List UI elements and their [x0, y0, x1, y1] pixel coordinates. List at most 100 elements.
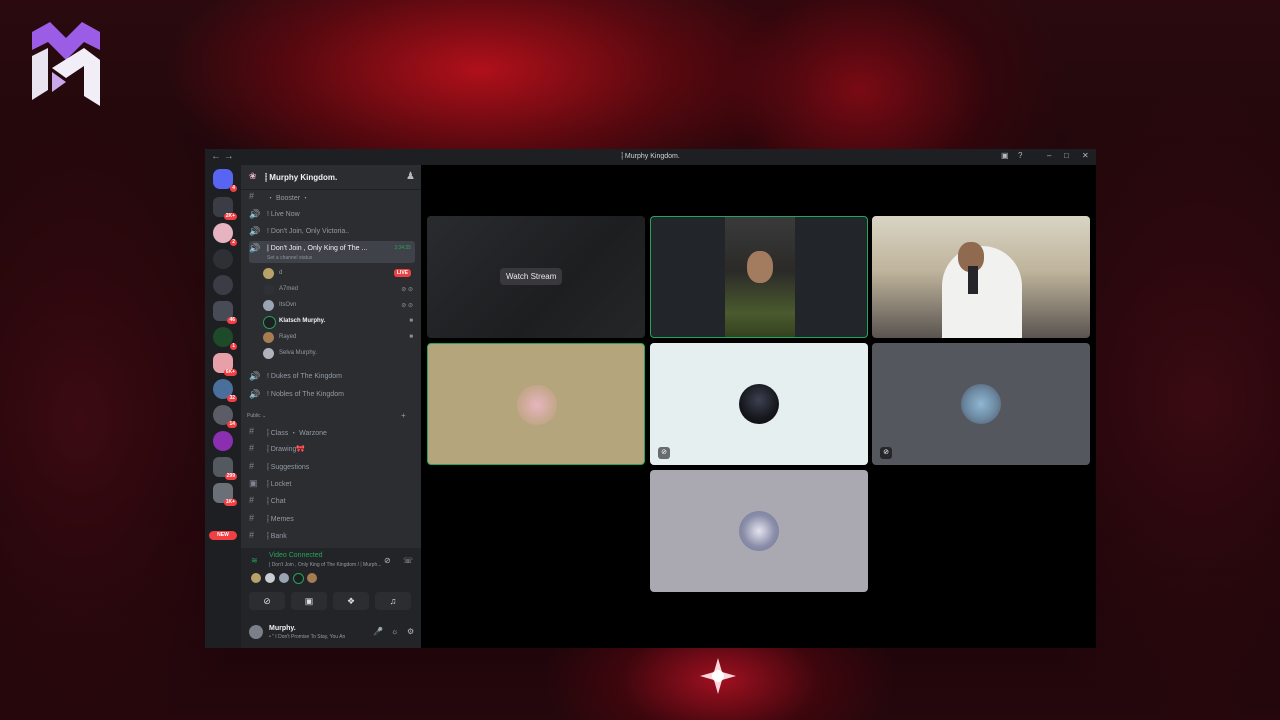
server-icon[interactable] — [213, 275, 233, 295]
badge: 46 — [227, 317, 237, 324]
channel-locket[interactable]: ▣ ⸽ Locket — [249, 476, 415, 491]
soundboard-button[interactable]: ♫ — [375, 592, 411, 610]
channel-nobles[interactable]: 🔊! Nobles of The Kingdom — [249, 387, 415, 402]
badge: 32 — [227, 395, 237, 402]
audio-tile[interactable]: ⊘ — [650, 343, 868, 465]
voice-location[interactable]: | Don't Join , Only King of The Kingdom … — [269, 562, 381, 568]
video-icon: ■ — [409, 318, 413, 324]
voice-connection-panel: ≋ Video Connected | Don't Join , Only Ki… — [241, 548, 421, 617]
channel-drawing[interactable]: # ⸽ Drawing🎀 — [249, 441, 415, 456]
hash-icon: # — [249, 461, 255, 471]
avatar — [263, 348, 274, 359]
avatar — [265, 573, 275, 583]
muted-deafened-icon: ⊘ ⊘ — [401, 303, 413, 309]
server-header[interactable]: ❀ ⸽ Murphy Kingdom. ♟ — [241, 165, 421, 190]
audio-tile[interactable]: ⊘ — [872, 343, 1090, 465]
voice-user[interactable]: Klatsch Murphy. ■ — [263, 315, 415, 329]
server-icon[interactable]: 2 — [213, 223, 237, 246]
home-discord-icon[interactable]: 4 — [213, 169, 237, 192]
noise-suppression-icon[interactable]: ⊘ — [384, 556, 391, 565]
channel-booster[interactable]: # ・ Booster ・ — [249, 189, 415, 204]
avatar — [251, 573, 261, 583]
camera-off-button[interactable]: ⊘ — [249, 592, 285, 610]
server-icon[interactable]: 14 — [213, 405, 237, 428]
channel-chat[interactable]: # ⸽ Chat — [249, 493, 415, 508]
video-tile[interactable] — [650, 216, 868, 338]
channel-bank[interactable]: # ⸽ Bank — [249, 528, 415, 543]
stream-tile[interactable]: Watch Stream — [427, 216, 645, 338]
activities-button[interactable]: ❖ — [333, 592, 369, 610]
inbox-icon[interactable]: ▣ — [1001, 151, 1009, 160]
channel-suggestions[interactable]: # ⸽ Suggestions — [249, 459, 415, 474]
microphone-stand — [968, 266, 978, 294]
avatar — [263, 284, 274, 295]
video-icon: ■ — [409, 334, 413, 340]
light-flare — [700, 658, 736, 694]
avatar — [263, 268, 274, 279]
channel-active-voice[interactable]: 🔊 | Don't Join , Only King of The ... 3:… — [249, 241, 415, 263]
speaker-icon: 🔊 — [249, 226, 261, 236]
voice-user[interactable]: A7med ⊘ ⊘ — [263, 283, 415, 297]
headphones-icon[interactable]: ☼ — [391, 627, 398, 636]
badge: 14 — [227, 421, 237, 428]
screen-share-button[interactable]: ▣ — [291, 592, 327, 610]
server-folder-icon[interactable]: 299 — [213, 457, 237, 480]
participant-avatar — [961, 384, 1001, 424]
server-icon[interactable]: 1 — [213, 327, 237, 350]
username[interactable]: Murphy. — [269, 625, 296, 632]
video-tile[interactable] — [872, 216, 1090, 338]
server-folder-icon[interactable]: 46 — [213, 301, 237, 324]
settings-gear-icon[interactable]: ⚙ — [407, 627, 414, 636]
channel-status[interactable]: Set a channel status — [267, 255, 312, 261]
disconnect-icon[interactable]: ☏ — [403, 556, 413, 565]
server-icon[interactable] — [213, 431, 233, 451]
server-icon[interactable]: 32 — [213, 379, 237, 402]
audio-tile[interactable] — [427, 343, 645, 465]
channel-memes[interactable]: # ⸽ Memes — [249, 511, 415, 526]
channel-warzone[interactable]: # ⸽ Class ・ Warzone — [249, 424, 415, 439]
server-folder-icon[interactable]: 1K+ — [213, 483, 237, 506]
voice-status[interactable]: Video Connected — [269, 552, 323, 559]
category-public[interactable]: Public ⌄ + — [247, 411, 415, 420]
server-name: ⸽ Murphy Kingdom. — [265, 173, 338, 182]
participant-avatar — [739, 511, 779, 551]
voice-user[interactable]: Selva Murphy. — [263, 347, 415, 361]
lock-icon: ▣ — [249, 478, 258, 488]
close-icon[interactable]: ✕ — [1082, 151, 1089, 160]
watch-stream-button[interactable]: Watch Stream — [500, 268, 563, 285]
add-member-icon[interactable]: ♟ — [406, 171, 415, 182]
badge: 6K+ — [223, 369, 237, 376]
microphone-icon[interactable]: 🎤 — [373, 627, 383, 636]
voice-user[interactable]: ItsOvn ⊘ ⊘ — [263, 299, 415, 313]
audio-tile[interactable] — [650, 470, 868, 592]
avatar — [263, 300, 274, 311]
speaker-icon: 🔊 — [249, 209, 261, 219]
hash-icon: # — [249, 513, 255, 523]
hash-icon: # — [249, 443, 255, 453]
muted-deafened-icon: ⊘ ⊘ — [401, 287, 413, 293]
badge: 1K+ — [223, 499, 237, 506]
voice-user[interactable]: d LIVE — [263, 267, 415, 281]
avatar — [263, 316, 276, 329]
badge: 1 — [230, 343, 237, 350]
server-icon[interactable] — [213, 249, 233, 269]
voice-user[interactable]: Rayed ■ — [263, 331, 415, 345]
speaker-icon: 🔊 — [249, 389, 261, 399]
avatar[interactable] — [249, 625, 263, 639]
minimize-icon[interactable]: – — [1047, 151, 1051, 160]
server-folder-icon[interactable]: 2K+ — [213, 197, 237, 220]
channel-dukes[interactable]: 🔊! Dukes of The Kingdom — [249, 369, 415, 384]
badge: 299 — [224, 473, 237, 480]
channel-dont-join-victoria[interactable]: 🔊! Don't Join, Only Victoria.. — [249, 224, 415, 239]
add-channel-icon[interactable]: + — [401, 411, 406, 420]
person-face — [747, 251, 773, 283]
speaker-icon: 🔊 — [249, 243, 261, 253]
window-title: ⸽ Murphy Kingdom. — [621, 153, 680, 160]
title-bar: ← → ⸽ Murphy Kingdom. ▣ ? – □ ✕ — [205, 149, 1096, 165]
participant-avatar — [517, 385, 557, 425]
maximize-icon[interactable]: □ — [1064, 151, 1069, 160]
channel-live-now[interactable]: 🔊! Live Now — [249, 207, 415, 222]
server-icon[interactable]: 6K+ — [213, 353, 237, 376]
discord-window: ← → ⸽ Murphy Kingdom. ▣ ? – □ ✕ 4 2K+ 2 … — [205, 149, 1096, 648]
help-icon[interactable]: ? — [1018, 151, 1022, 160]
